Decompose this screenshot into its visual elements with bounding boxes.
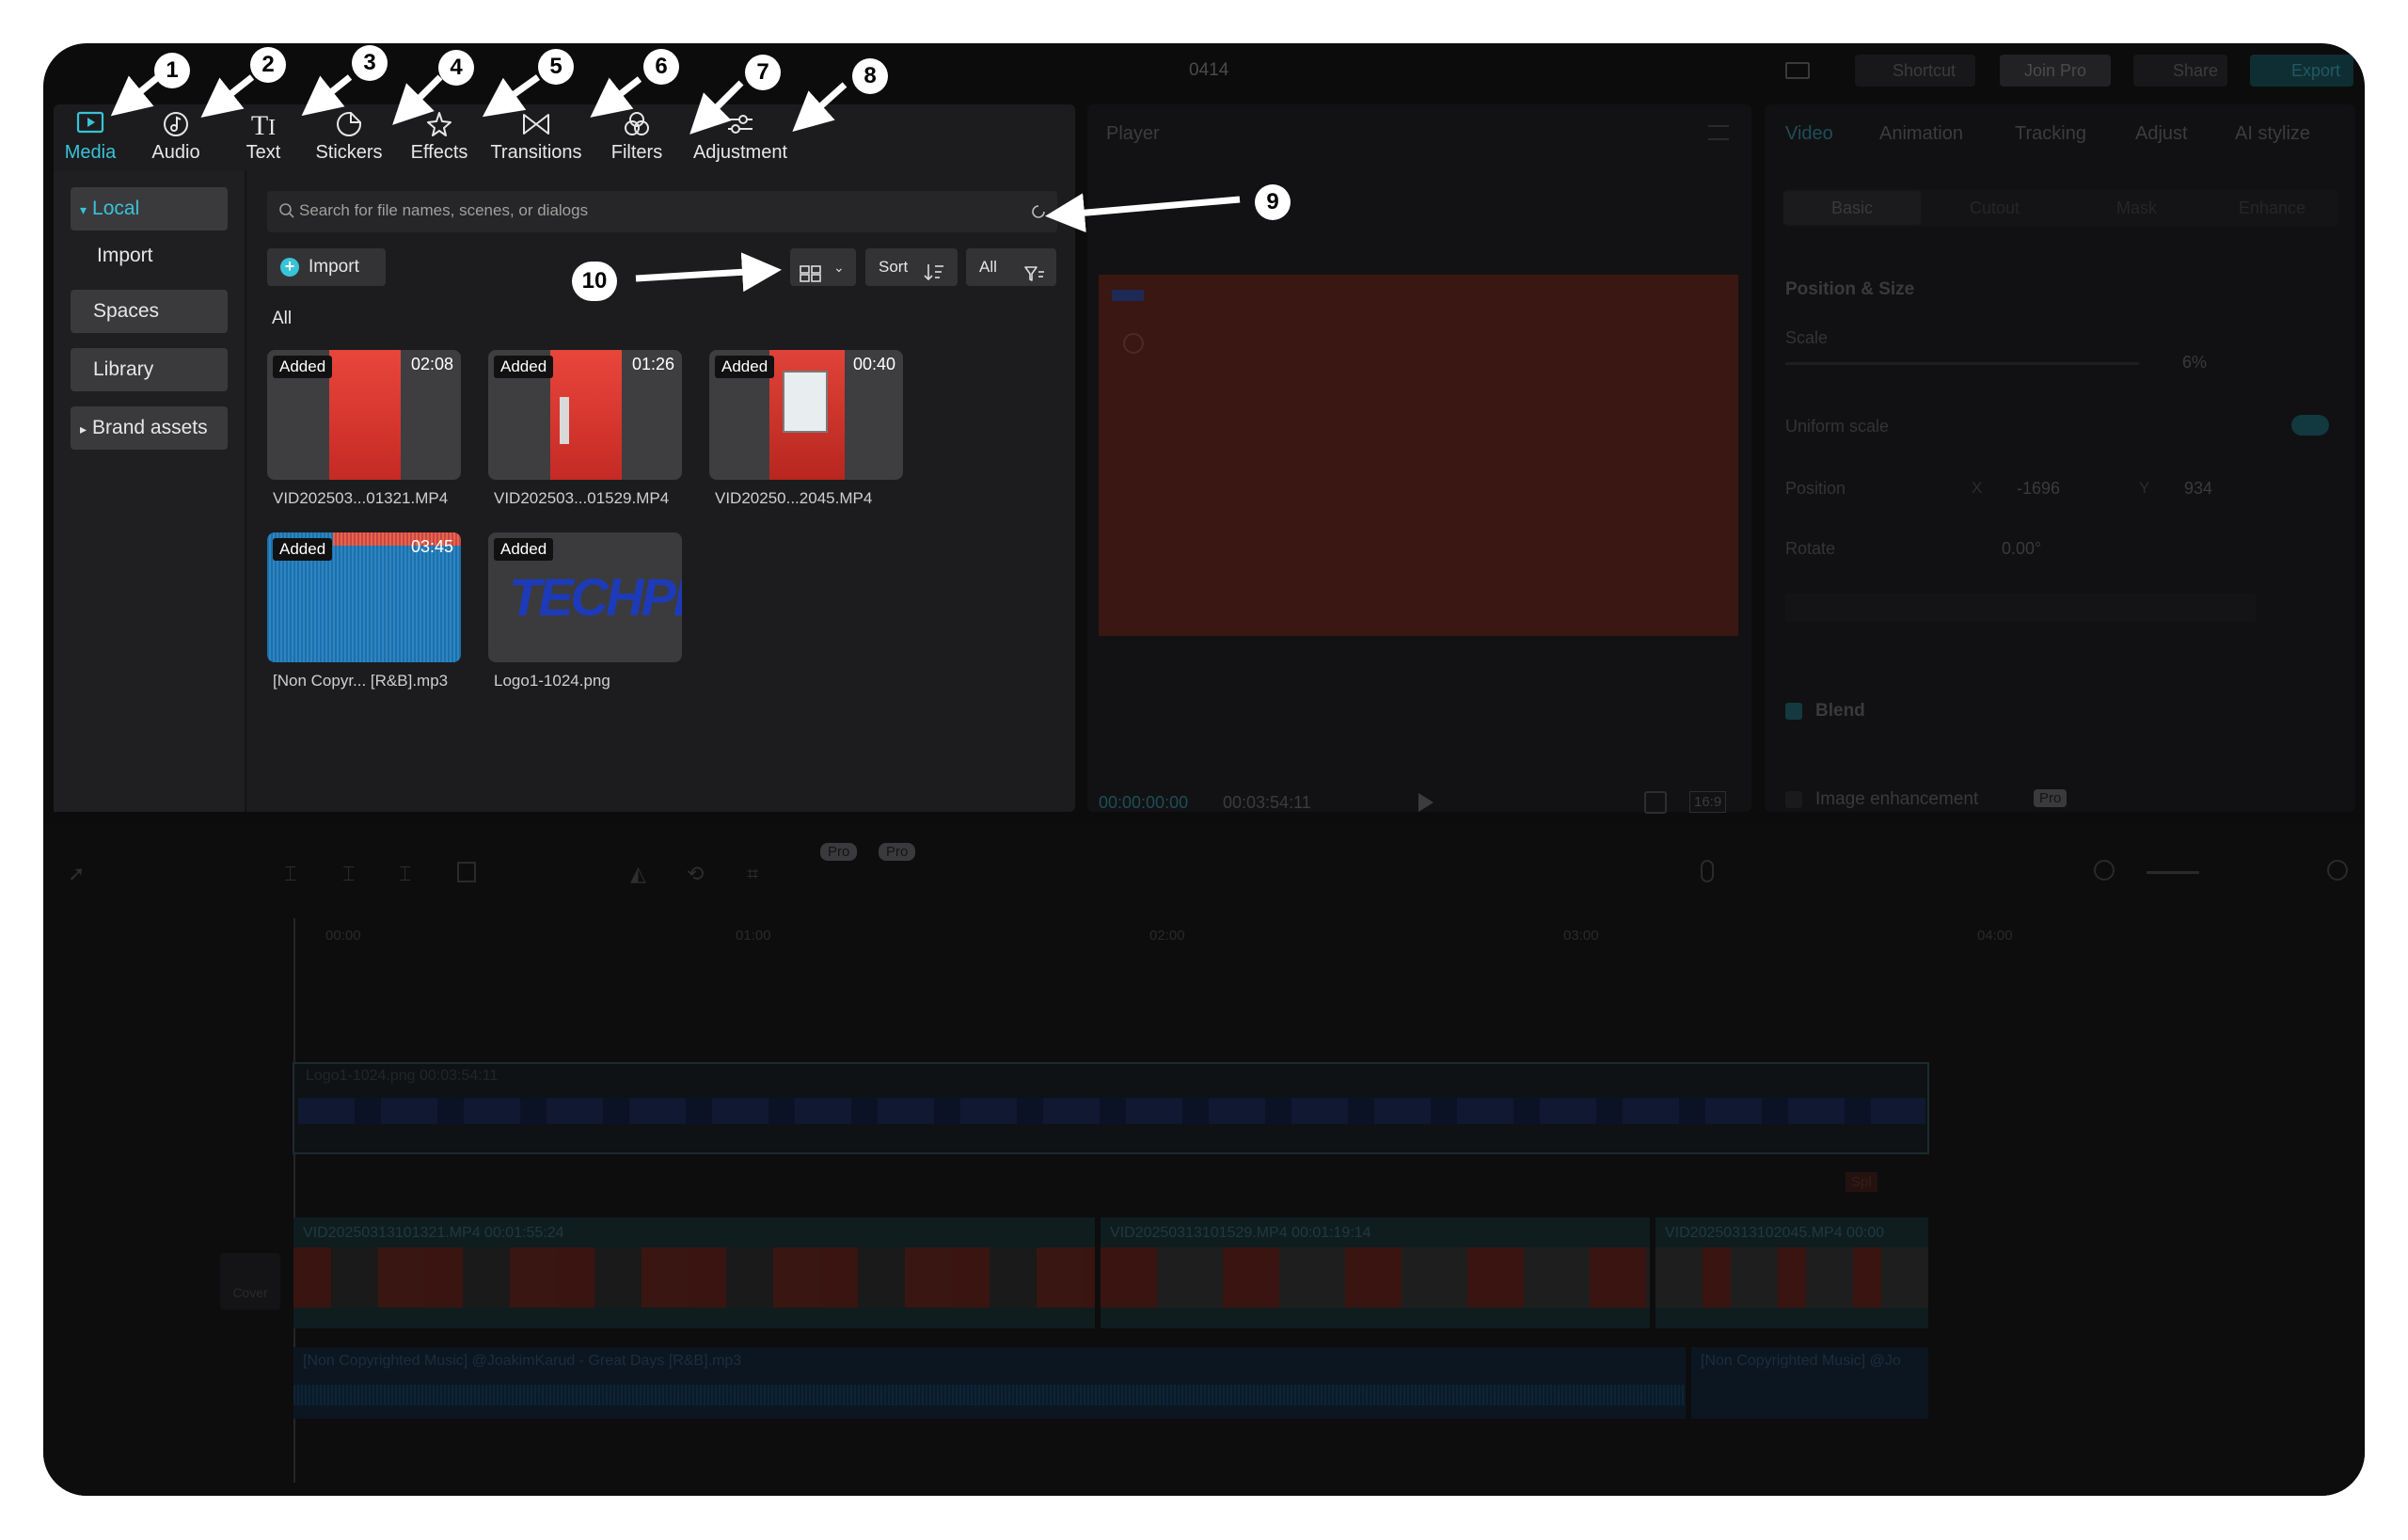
annotation-3: 3 <box>352 45 388 81</box>
annotation-6: 6 <box>643 49 679 85</box>
arrow-7 <box>689 80 744 135</box>
arrow-2 <box>200 74 255 119</box>
annotation-10: 10 <box>572 262 617 301</box>
annotation-9: 9 <box>1255 184 1291 220</box>
arrow-3 <box>301 74 353 117</box>
annotation-arrows <box>110 74 1241 293</box>
annotation-5: 5 <box>538 49 574 85</box>
annotation-2: 2 <box>250 47 286 83</box>
arrow-1 <box>110 74 161 117</box>
annotation-7: 7 <box>745 55 781 90</box>
annotation-1: 1 <box>154 53 190 88</box>
arrow-8 <box>792 82 848 133</box>
arrow-4 <box>392 74 443 125</box>
arrow-10 <box>635 252 782 293</box>
arrow-9 <box>1045 193 1241 233</box>
annotation-4: 4 <box>438 50 474 86</box>
arrow-5 <box>482 74 541 118</box>
annotation-8: 8 <box>852 58 888 94</box>
arrow-6 <box>590 76 642 118</box>
